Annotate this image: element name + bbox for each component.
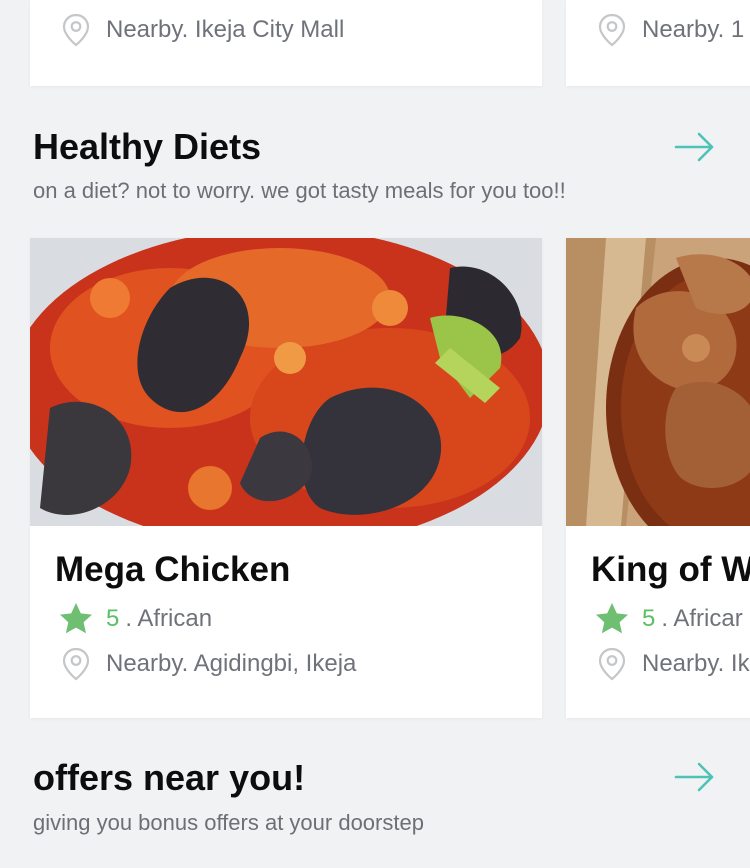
cuisine-label: . Africar (661, 605, 743, 632)
cuisine-label: . African (125, 605, 213, 632)
top-restaurant-card-1[interactable]: Nearby. Ikeja City Mall (30, 0, 542, 86)
meal-name: King of W (591, 550, 750, 589)
location-text: Nearby. Ikeja City Mall (106, 16, 345, 43)
section-subtitle-offers: giving you bonus offers at your doorstep (33, 810, 424, 835)
meal-name: Mega Chicken (55, 550, 291, 589)
star-icon (594, 601, 630, 637)
rating-value: 5 (642, 605, 656, 632)
location-text: Nearby. Ik (642, 650, 750, 677)
map-pin-icon (594, 646, 630, 682)
see-more-healthy-button[interactable] (672, 124, 718, 170)
star-icon (58, 601, 94, 637)
location-text: Nearby. 1 (642, 16, 745, 43)
location-text: Nearby. Agidingbi, Ikeja (106, 650, 357, 677)
arrow-right-icon (674, 132, 714, 162)
meal-image (30, 238, 542, 526)
location-row: Nearby. 1 (594, 12, 744, 48)
rating-row: 5 . Africar (594, 601, 743, 637)
meal-card-king-of-w[interactable]: King of W 5 . Africar Nearby. Ik (566, 238, 750, 718)
top-restaurant-card-2[interactable]: Nearby. 1 (566, 0, 750, 86)
location-row: Nearby. Agidingbi, Ikeja (58, 646, 356, 682)
location-row: Nearby. Ikeja City Mall (58, 12, 344, 48)
meal-card-mega-chicken[interactable]: Mega Chicken 5 . African Nearby. Agiding… (30, 238, 542, 718)
arrow-right-icon (674, 762, 714, 792)
section-title-offers: offers near you! (33, 757, 306, 798)
see-more-offers-button[interactable] (672, 754, 718, 800)
rating-row: 5 . African (58, 601, 212, 637)
rating-value: 5 (106, 605, 120, 632)
map-pin-icon (58, 12, 94, 48)
map-pin-icon (58, 646, 94, 682)
location-row: Nearby. Ik (594, 646, 750, 682)
meal-image (566, 238, 750, 526)
section-title-healthy-diets: Healthy Diets (33, 126, 262, 167)
section-subtitle-healthy-diets: on a diet? not to worry. we got tasty me… (33, 178, 566, 203)
map-pin-icon (594, 12, 630, 48)
